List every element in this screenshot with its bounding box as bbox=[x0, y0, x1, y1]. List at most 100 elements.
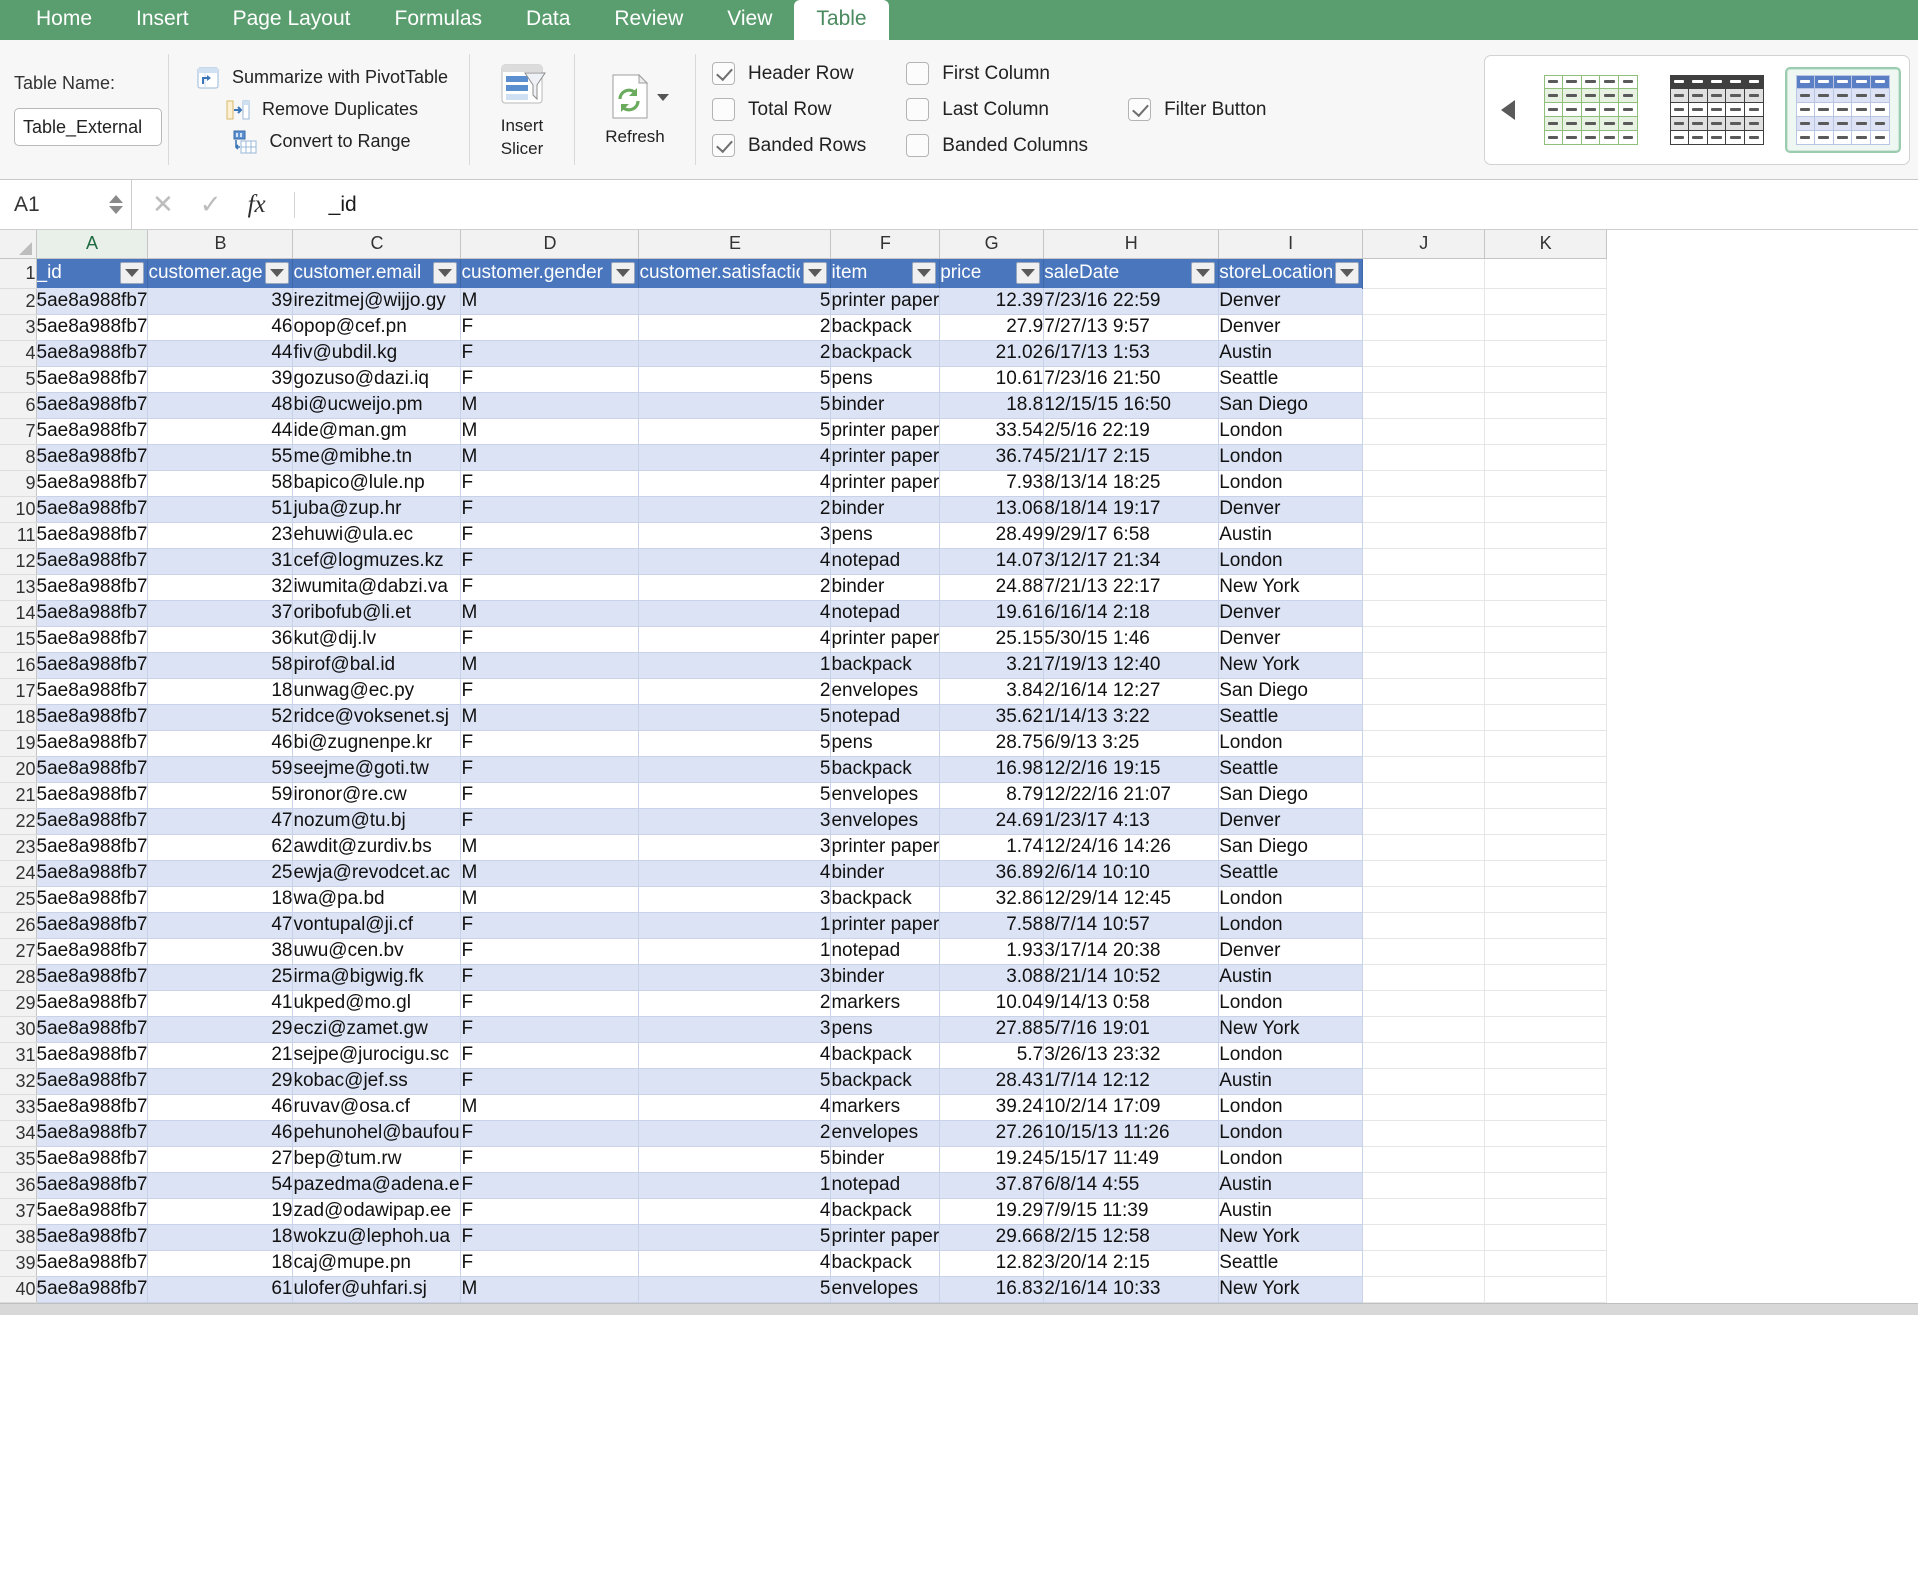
empty-cell[interactable] bbox=[1363, 1120, 1485, 1146]
filter-dropdown-button[interactable] bbox=[1335, 262, 1359, 284]
option-first-column[interactable]: First Column bbox=[906, 62, 1088, 85]
table-cell[interactable]: pens bbox=[831, 730, 940, 756]
table-cell[interactable]: San Diego bbox=[1219, 834, 1363, 860]
table-cell[interactable]: F bbox=[461, 470, 639, 496]
table-cell[interactable]: 1 bbox=[639, 652, 831, 678]
table-cell[interactable]: F bbox=[461, 808, 639, 834]
table-cell[interactable]: 5ae8a988fb7 bbox=[36, 860, 148, 886]
table-cell[interactable]: 8.79 bbox=[940, 782, 1044, 808]
table-cell[interactable]: seejme@goti.tw bbox=[293, 756, 461, 782]
table-cell[interactable]: 2/16/14 10:33 bbox=[1044, 1276, 1219, 1302]
table-cell[interactable]: 5 bbox=[639, 1276, 831, 1302]
table-cell[interactable]: 44 bbox=[148, 418, 293, 444]
empty-cell[interactable] bbox=[1363, 314, 1485, 340]
table-cell[interactable]: 7/21/13 22:17 bbox=[1044, 574, 1219, 600]
table-cell[interactable]: 39.24 bbox=[940, 1094, 1044, 1120]
table-cell[interactable]: envelopes bbox=[831, 782, 940, 808]
column-header-a[interactable]: A bbox=[36, 230, 148, 258]
table-column-header-price[interactable]: price bbox=[940, 258, 1044, 288]
table-cell[interactable]: 5/21/17 2:15 bbox=[1044, 444, 1219, 470]
empty-cell[interactable] bbox=[1485, 314, 1607, 340]
table-cell[interactable]: 3/17/14 20:38 bbox=[1044, 938, 1219, 964]
table-cell[interactable]: 59 bbox=[148, 756, 293, 782]
filter-button-checkbox[interactable] bbox=[1128, 98, 1151, 121]
filter-dropdown-button[interactable] bbox=[433, 262, 457, 284]
row-header-30[interactable]: 30 bbox=[0, 1016, 36, 1042]
table-cell[interactable]: Austin bbox=[1219, 1198, 1363, 1224]
table-cell[interactable]: 5ae8a988fb7 bbox=[36, 600, 148, 626]
table-cell[interactable]: 18.8 bbox=[940, 392, 1044, 418]
table-cell[interactable]: Austin bbox=[1219, 340, 1363, 366]
check-icon[interactable]: ✓ bbox=[200, 189, 222, 220]
table-cell[interactable]: pens bbox=[831, 1016, 940, 1042]
row-header-16[interactable]: 16 bbox=[0, 652, 36, 678]
table-cell[interactable]: 12/2/16 19:15 bbox=[1044, 756, 1219, 782]
table-cell[interactable]: backpack bbox=[831, 1198, 940, 1224]
table-cell[interactable]: F bbox=[461, 964, 639, 990]
table-cell[interactable]: 2 bbox=[639, 678, 831, 704]
table-cell[interactable]: 10/2/14 17:09 bbox=[1044, 1094, 1219, 1120]
empty-cell[interactable] bbox=[1485, 808, 1607, 834]
table-cell[interactable]: San Diego bbox=[1219, 782, 1363, 808]
table-cell[interactable]: F bbox=[461, 1224, 639, 1250]
empty-cell[interactable] bbox=[1485, 1146, 1607, 1172]
table-cell[interactable]: London bbox=[1219, 1146, 1363, 1172]
table-cell[interactable]: 4 bbox=[639, 626, 831, 652]
tab-review[interactable]: Review bbox=[592, 0, 705, 40]
empty-cell[interactable] bbox=[1363, 990, 1485, 1016]
table-cell[interactable]: 7.58 bbox=[940, 912, 1044, 938]
table-cell[interactable]: unwag@ec.py bbox=[293, 678, 461, 704]
table-cell[interactable]: backpack bbox=[831, 1042, 940, 1068]
table-cell[interactable]: Denver bbox=[1219, 288, 1363, 314]
row-header-39[interactable]: 39 bbox=[0, 1250, 36, 1276]
table-cell[interactable]: 12/24/16 14:26 bbox=[1044, 834, 1219, 860]
table-cell[interactable]: F bbox=[461, 1016, 639, 1042]
row-header-4[interactable]: 4 bbox=[0, 340, 36, 366]
table-cell[interactable]: F bbox=[461, 366, 639, 392]
empty-cell[interactable] bbox=[1363, 600, 1485, 626]
table-cell[interactable]: London bbox=[1219, 990, 1363, 1016]
table-cell[interactable]: ukped@mo.gl bbox=[293, 990, 461, 1016]
table-cell[interactable]: 58 bbox=[148, 652, 293, 678]
empty-cell[interactable] bbox=[1485, 730, 1607, 756]
table-cell[interactable]: binder bbox=[831, 392, 940, 418]
empty-cell[interactable] bbox=[1363, 756, 1485, 782]
table-cell[interactable]: 4 bbox=[639, 1250, 831, 1276]
table-cell[interactable]: 5ae8a988fb7 bbox=[36, 392, 148, 418]
empty-cell[interactable] bbox=[1363, 652, 1485, 678]
table-cell[interactable]: 58 bbox=[148, 470, 293, 496]
table-cell[interactable]: 2 bbox=[639, 340, 831, 366]
table-cell[interactable]: 31 bbox=[148, 548, 293, 574]
table-cell[interactable]: bapico@lule.np bbox=[293, 470, 461, 496]
row-header-20[interactable]: 20 bbox=[0, 756, 36, 782]
row-header-28[interactable]: 28 bbox=[0, 964, 36, 990]
table-cell[interactable]: kut@dij.lv bbox=[293, 626, 461, 652]
table-cell[interactable]: 46 bbox=[148, 730, 293, 756]
row-header-34[interactable]: 34 bbox=[0, 1120, 36, 1146]
table-cell[interactable]: 7/23/16 22:59 bbox=[1044, 288, 1219, 314]
row-header-40[interactable]: 40 bbox=[0, 1276, 36, 1302]
table-cell[interactable]: 28.43 bbox=[940, 1068, 1044, 1094]
table-cell[interactable]: markers bbox=[831, 990, 940, 1016]
formula-input[interactable]: _id bbox=[315, 180, 1918, 229]
row-header-12[interactable]: 12 bbox=[0, 548, 36, 574]
table-cell[interactable]: 5ae8a988fb7 bbox=[36, 782, 148, 808]
empty-cell[interactable] bbox=[1363, 340, 1485, 366]
table-cell[interactable]: 9/29/17 6:58 bbox=[1044, 522, 1219, 548]
table-cell[interactable]: 6/8/14 4:55 bbox=[1044, 1172, 1219, 1198]
empty-cell[interactable] bbox=[1363, 782, 1485, 808]
table-cell[interactable]: 5ae8a988fb7 bbox=[36, 496, 148, 522]
table-cell[interactable]: Seattle bbox=[1219, 756, 1363, 782]
table-cell[interactable]: Seattle bbox=[1219, 1250, 1363, 1276]
table-name-input[interactable] bbox=[14, 108, 162, 146]
insert-function-icon[interactable]: fx bbox=[248, 191, 266, 219]
row-header-24[interactable]: 24 bbox=[0, 860, 36, 886]
empty-cell[interactable] bbox=[1485, 1042, 1607, 1068]
table-cell[interactable]: 5 bbox=[639, 1224, 831, 1250]
table-cell[interactable]: printer paper bbox=[831, 470, 940, 496]
table-cell[interactable]: F bbox=[461, 574, 639, 600]
option-total-row[interactable]: Total Row bbox=[712, 98, 866, 121]
empty-cell[interactable] bbox=[1363, 548, 1485, 574]
table-cell[interactable]: 28.75 bbox=[940, 730, 1044, 756]
table-cell[interactable]: cef@logmuzes.kz bbox=[293, 548, 461, 574]
